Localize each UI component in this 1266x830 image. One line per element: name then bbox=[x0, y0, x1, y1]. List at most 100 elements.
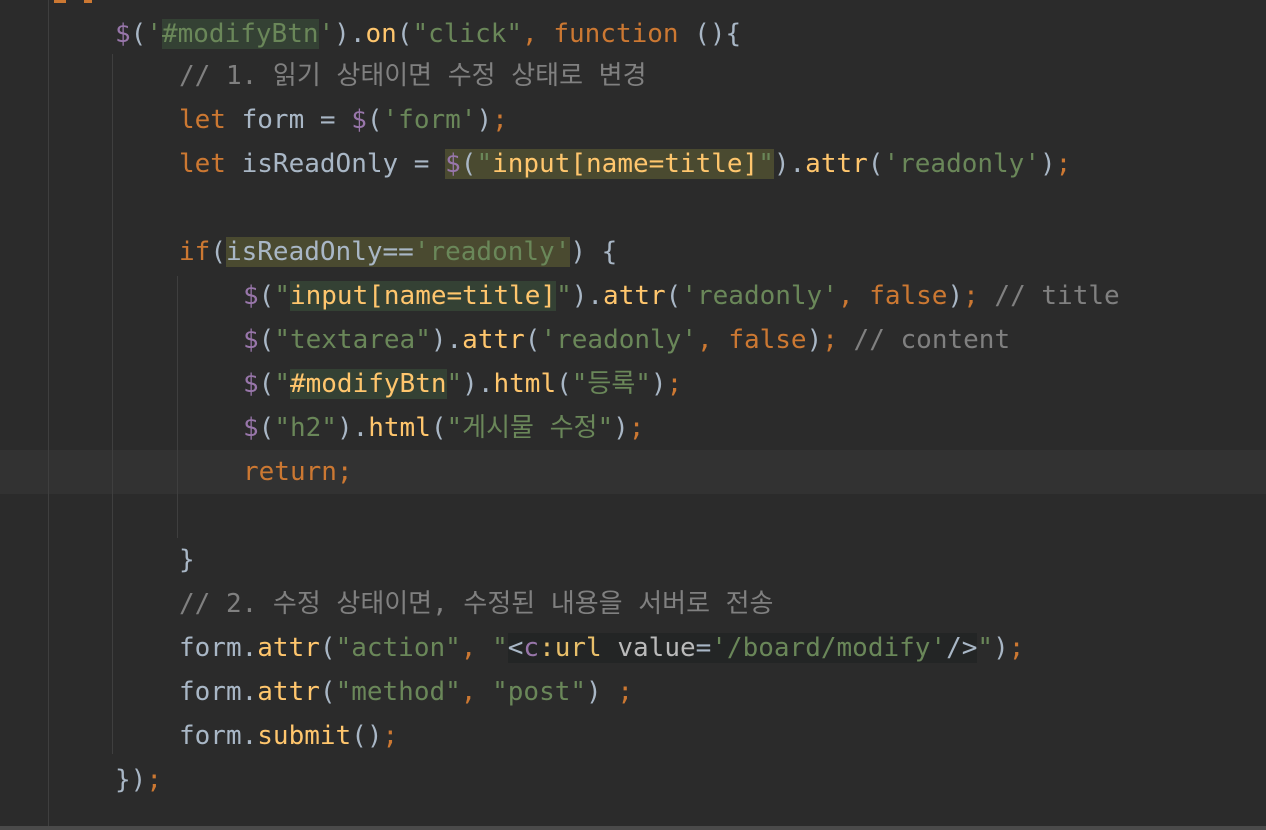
token: ) bbox=[650, 369, 667, 399]
token: ' bbox=[318, 19, 335, 49]
token: , bbox=[697, 325, 729, 355]
token: $ bbox=[243, 413, 259, 443]
token: 'readonly' bbox=[540, 325, 697, 355]
token: " bbox=[274, 369, 290, 399]
code-editor[interactable]: $('#modifyBtn').on("click", function (){… bbox=[0, 0, 1266, 830]
token: ; bbox=[822, 325, 838, 355]
token: c bbox=[523, 633, 540, 663]
token: ) bbox=[993, 633, 1009, 663]
code-line[interactable]: return; bbox=[243, 450, 353, 494]
token: form. bbox=[179, 721, 258, 751]
fold-marker bbox=[54, 0, 66, 3]
token: ( bbox=[556, 369, 572, 399]
token: "등록" bbox=[571, 369, 651, 399]
token: html bbox=[368, 413, 431, 443]
token: form. bbox=[179, 677, 258, 707]
token: ( bbox=[258, 281, 275, 311]
token: , bbox=[837, 281, 870, 311]
token: ( bbox=[366, 105, 383, 135]
token: (){ bbox=[678, 19, 742, 49]
code-line[interactable]: $('#modifyBtn').on("click", function (){ bbox=[115, 12, 741, 56]
code-line[interactable]: form.attr("action", "<c:url value='/boar… bbox=[179, 626, 1024, 670]
token: ) { bbox=[570, 237, 618, 267]
token: ; bbox=[666, 369, 683, 399]
token: if bbox=[179, 237, 211, 267]
code-line[interactable]: // 2. 수정 상태이면, 수정된 내용을 서버로 전송 bbox=[179, 582, 773, 626]
token: ) bbox=[476, 105, 493, 135]
comment: // title bbox=[978, 281, 1120, 311]
token: attr bbox=[462, 325, 525, 355]
token: , bbox=[460, 677, 493, 707]
token: "post" bbox=[492, 677, 587, 707]
token: ( bbox=[665, 281, 682, 311]
token: false bbox=[728, 325, 807, 355]
read-access-highlight: isReadOnly=='readonly' bbox=[225, 237, 571, 267]
token: 'readonly' bbox=[681, 281, 838, 311]
token: ( bbox=[319, 633, 336, 663]
code-line[interactable]: } bbox=[179, 538, 195, 582]
token-selector-highlight: #modifyBtn bbox=[289, 369, 447, 399]
current-line-highlight bbox=[0, 450, 1266, 494]
token: "게시물 수정" bbox=[446, 413, 614, 443]
token: , bbox=[522, 19, 554, 49]
token: ). bbox=[334, 19, 366, 49]
token: } bbox=[179, 545, 195, 575]
token: ; bbox=[146, 765, 162, 795]
code-line[interactable]: $("#modifyBtn").html("등록"); bbox=[243, 362, 682, 406]
token: let bbox=[179, 149, 226, 179]
code-line[interactable]: let isReadOnly = $("input[name=title]").… bbox=[179, 142, 1071, 186]
token: "h2" bbox=[274, 413, 337, 443]
token: " bbox=[977, 633, 994, 663]
token-selector-highlight: #modifyBtn bbox=[161, 19, 319, 49]
token: $ bbox=[243, 325, 259, 355]
token: " bbox=[476, 149, 493, 179]
token: ( bbox=[210, 237, 226, 267]
code-line[interactable]: if(isReadOnly=='readonly') { bbox=[179, 230, 617, 274]
token: value bbox=[601, 633, 696, 663]
token: ( bbox=[258, 325, 275, 355]
code-line[interactable]: }); bbox=[115, 758, 162, 802]
token: 'readonly' bbox=[883, 149, 1040, 179]
token: ( bbox=[130, 19, 147, 49]
comment: // 1. 읽기 상태이면 수정 상태로 변경 bbox=[179, 61, 647, 91]
token: isReadOnly = bbox=[225, 149, 446, 179]
token: submit bbox=[257, 721, 352, 751]
token: input[name=title] bbox=[492, 149, 759, 179]
indent-guide bbox=[112, 54, 113, 754]
token: $ bbox=[115, 19, 131, 49]
token: ) bbox=[947, 281, 964, 311]
token: function bbox=[553, 19, 679, 49]
token: ). bbox=[462, 369, 494, 399]
code-line[interactable]: form.attr("method", "post") ; bbox=[179, 670, 633, 714]
token: " bbox=[758, 149, 774, 179]
token: 'readonly' bbox=[413, 237, 571, 267]
token: }) bbox=[115, 765, 147, 795]
token: ; bbox=[1008, 633, 1025, 663]
token: /> bbox=[946, 633, 978, 663]
token: $ bbox=[351, 105, 367, 135]
code-line[interactable]: $("textarea").attr('readonly', false); /… bbox=[243, 318, 1010, 362]
comment: // content bbox=[837, 325, 1011, 355]
editor-bottom-border bbox=[0, 826, 1266, 830]
code-line[interactable]: let form = $('form'); bbox=[179, 98, 508, 142]
token: ; bbox=[1055, 149, 1072, 179]
token: form = bbox=[225, 105, 352, 135]
code-line[interactable]: // 1. 읽기 상태이면 수정 상태로 변경 bbox=[179, 54, 647, 98]
token: ; bbox=[617, 677, 633, 707]
token: isReadOnly== bbox=[225, 237, 414, 267]
token: form. bbox=[179, 633, 258, 663]
token: : bbox=[539, 633, 555, 663]
token: "click" bbox=[412, 19, 523, 49]
token: ' bbox=[146, 19, 162, 49]
token: ( bbox=[430, 413, 447, 443]
token: ). bbox=[773, 149, 806, 179]
code-line[interactable]: $("h2").html("게시물 수정"); bbox=[243, 406, 644, 450]
code-line[interactable]: $("input[name=title]").attr('readonly', … bbox=[243, 274, 1120, 318]
token: ( bbox=[396, 19, 413, 49]
token: $ bbox=[243, 281, 259, 311]
token: ; bbox=[628, 413, 645, 443]
token: attr bbox=[603, 281, 666, 311]
token: < bbox=[507, 633, 524, 663]
token: " bbox=[556, 281, 572, 311]
code-line[interactable]: form.submit(); bbox=[179, 714, 398, 758]
